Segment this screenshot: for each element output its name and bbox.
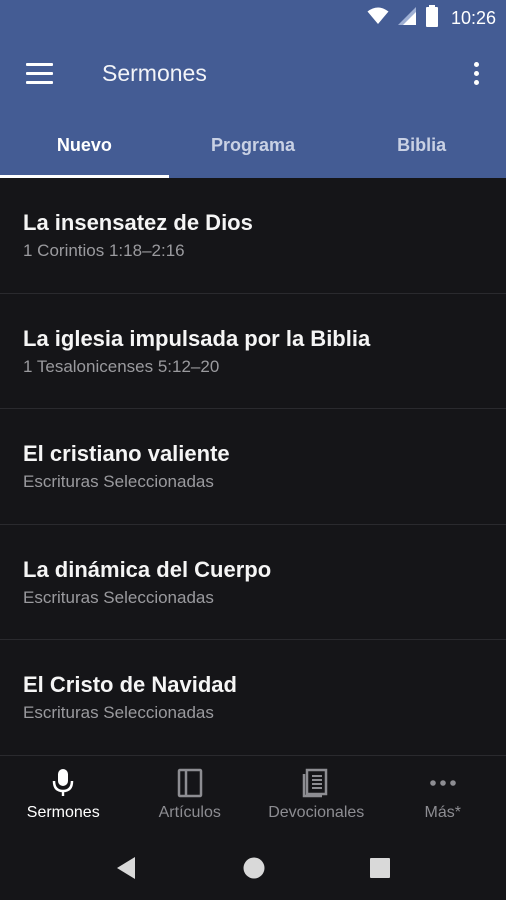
more-horiz-icon xyxy=(428,768,458,798)
nav-item-devocionales[interactable]: Devocionales xyxy=(253,756,380,836)
microphone-icon xyxy=(48,768,78,798)
bottom-nav: Sermones Artículos Devocionales Más* xyxy=(0,756,506,836)
overflow-menu-icon[interactable] xyxy=(466,60,486,88)
sermon-reference: Escrituras Seleccionadas xyxy=(23,587,214,607)
home-icon[interactable] xyxy=(240,854,268,882)
tab-biblia[interactable]: Biblia xyxy=(337,114,506,178)
page-title: Sermones xyxy=(102,60,207,86)
app-bar: Sermones xyxy=(0,36,506,114)
menu-icon[interactable] xyxy=(26,63,54,85)
sermon-title: El cristiano valiente xyxy=(23,441,230,466)
sermon-reference: Escrituras Seleccionadas xyxy=(23,472,214,491)
sermon-list: La insensatez de Dios 1 Corintios 1:18–2… xyxy=(0,178,506,756)
nav-label: Devocionales xyxy=(268,804,365,821)
sermon-reference: 1 Tesalonicenses 5:12–20 xyxy=(23,356,220,376)
sermon-reference: 1 Corintios 1:18–2:16 xyxy=(23,241,185,260)
devotional-book-icon xyxy=(301,768,331,798)
status-time: 10:26 xyxy=(450,7,496,28)
wifi-icon xyxy=(367,7,389,30)
sermon-title: La iglesia impulsada por la Biblia xyxy=(23,325,371,351)
nav-label: Artículos xyxy=(158,804,221,821)
list-item[interactable]: La insensatez de Dios 1 Corintios 1:18–2… xyxy=(0,178,506,294)
list-item[interactable]: La dinámica del Cuerpo Escrituras Selecc… xyxy=(0,525,506,640)
tab-bar: Nuevo Programa Biblia xyxy=(0,114,506,178)
list-item[interactable]: La iglesia impulsada por la Biblia 1 Tes… xyxy=(0,294,506,409)
tab-nuevo[interactable]: Nuevo xyxy=(0,114,169,178)
status-icons: 10:26 xyxy=(367,4,496,32)
sermon-title: La insensatez de Dios xyxy=(23,210,253,235)
nav-item-sermones[interactable]: Sermones xyxy=(0,756,127,836)
recents-icon[interactable] xyxy=(366,854,394,882)
sermon-title: La dinámica del Cuerpo xyxy=(23,556,272,582)
signal-icon xyxy=(397,6,417,31)
nav-item-articulos[interactable]: Artículos xyxy=(127,756,254,836)
tab-programa[interactable]: Programa xyxy=(169,114,338,178)
sermon-reference: Escrituras Seleccionadas xyxy=(23,703,214,722)
list-item[interactable]: El Cristo de Navidad Escrituras Seleccio… xyxy=(0,640,506,756)
list-item[interactable]: El cristiano valiente Escrituras Selecci… xyxy=(0,409,506,525)
nav-item-mas[interactable]: Más* xyxy=(380,756,506,836)
back-icon[interactable] xyxy=(113,854,141,882)
battery-icon xyxy=(425,4,439,32)
book-icon xyxy=(175,768,205,798)
nav-label: Sermones xyxy=(26,804,100,821)
nav-label: Más* xyxy=(424,804,461,821)
system-nav-bar xyxy=(0,836,506,900)
status-bar: 10:26 xyxy=(0,0,506,36)
sermon-title: El Cristo de Navidad xyxy=(23,672,237,697)
